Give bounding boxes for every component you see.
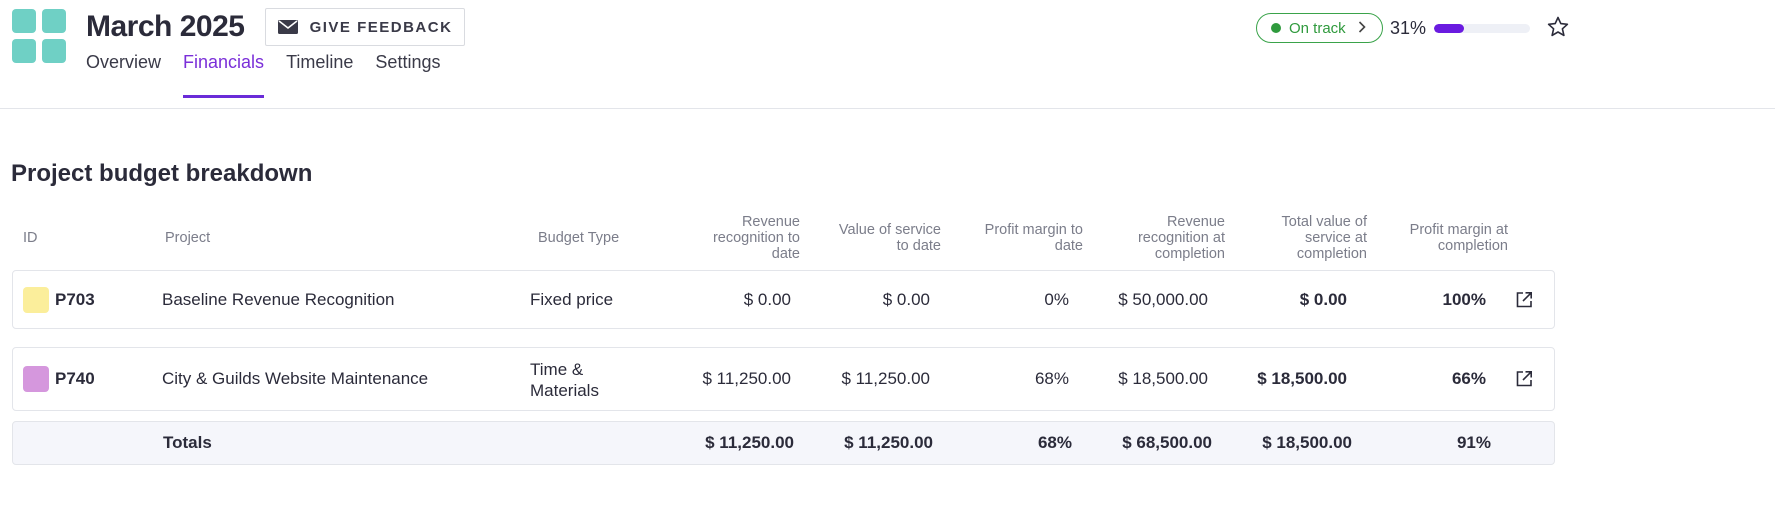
app-logo (12, 9, 66, 63)
col-header-margin-completion: Profit margin at completion (1409, 222, 1508, 254)
col-header-revenue-completion: Revenue recognition at completion (1137, 214, 1225, 262)
col-header-value-completion: Total value of service at completion (1281, 214, 1367, 262)
margin-at-completion: 100% (1442, 290, 1486, 309)
project-id: P703 (55, 290, 95, 309)
value-at-completion: $ 18,500.00 (1257, 369, 1347, 388)
progress-percent: 31% (1390, 18, 1427, 38)
tab-financials[interactable]: Financials (183, 52, 265, 98)
status-badge[interactable]: On track (1256, 13, 1383, 43)
project-color-swatch (23, 287, 49, 313)
budget-type: Time & Materials (530, 360, 599, 400)
col-header-value-to-date: Value of service to date (838, 222, 941, 254)
open-external-icon[interactable] (1515, 291, 1533, 309)
section-title: Project budget breakdown (11, 160, 313, 187)
revenue-at-completion: $ 18,500.00 (1118, 369, 1208, 388)
totals-margin-at-completion: 91% (1456, 433, 1491, 452)
value-at-completion: $ 0.00 (1299, 290, 1347, 309)
totals-margin-to-date: 68% (1037, 433, 1072, 452)
revenue-to-date: $ 0.00 (743, 290, 791, 309)
budget-type: Fixed price (530, 290, 614, 309)
margin-to-date: 0% (1044, 290, 1069, 309)
totals-revenue-at-completion: $ 68,500.00 (1122, 433, 1212, 452)
envelope-icon (277, 20, 298, 34)
revenue-at-completion: $ 50,000.00 (1118, 290, 1208, 309)
status-label: On track (1289, 19, 1346, 37)
col-header-budget-type: Budget Type (538, 230, 620, 246)
page-title: March 2025 (86, 10, 245, 43)
col-header-margin-to-date: Profit margin to date (984, 222, 1083, 254)
totals-label: Totals (163, 433, 212, 452)
tab-overview[interactable]: Overview (86, 52, 161, 98)
totals-value-at-completion: $ 18,500.00 (1262, 433, 1352, 452)
margin-to-date: 68% (1034, 369, 1069, 388)
progress-bar-fill (1434, 24, 1464, 33)
col-header-id: ID (23, 230, 38, 246)
project-name: Baseline Revenue Recognition (162, 290, 395, 309)
give-feedback-button[interactable]: GIVE FEEDBACK (265, 8, 465, 46)
star-icon[interactable] (1546, 15, 1570, 39)
status-dot-icon (1271, 23, 1281, 33)
col-header-project: Project (165, 230, 211, 246)
chevron-right-icon (1358, 20, 1366, 36)
revenue-to-date: $ 11,250.00 (702, 369, 791, 388)
totals-value-to-date: $ 11,250.00 (844, 433, 933, 452)
header-divider (0, 108, 1775, 109)
progress-bar (1434, 24, 1530, 33)
col-header-revenue-to-date: Revenue recognition to date (712, 214, 800, 262)
margin-at-completion: 66% (1451, 369, 1486, 388)
tab-bar: Overview Financials Timeline Settings (86, 52, 440, 98)
value-to-date: $ 11,250.00 (841, 369, 930, 388)
value-to-date: $ 0.00 (882, 290, 930, 309)
give-feedback-label: GIVE FEEDBACK (309, 18, 453, 36)
project-id: P740 (55, 369, 95, 388)
tab-timeline[interactable]: Timeline (286, 52, 353, 98)
project-color-swatch (23, 366, 49, 392)
totals-revenue-to-date: $ 11,250.00 (705, 433, 794, 452)
project-name: City & Guilds Website Maintenance (162, 369, 429, 388)
open-external-icon[interactable] (1515, 370, 1533, 388)
tab-settings[interactable]: Settings (375, 52, 440, 98)
